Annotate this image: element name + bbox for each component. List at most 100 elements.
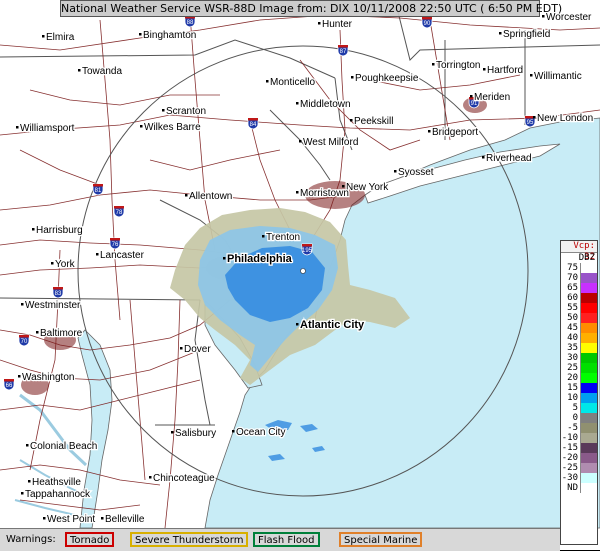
legend-value: 15 <box>567 383 578 393</box>
legend-value: 20 <box>567 373 578 383</box>
legend-color-swatch <box>580 323 597 333</box>
shield-band <box>422 17 432 20</box>
shield-band <box>338 45 348 48</box>
city-marker <box>482 156 485 159</box>
legend-color-swatch <box>580 303 597 313</box>
legend-value: -10 <box>561 433 578 443</box>
legend-value: 75 <box>567 263 578 273</box>
legend-entry: 5 <box>561 403 597 413</box>
legend-color-swatch <box>580 343 597 353</box>
city-marker <box>470 95 473 98</box>
city-label: West Milford <box>303 137 358 148</box>
warning-tornado-button[interactable]: Tornado <box>65 532 115 547</box>
legend-entry: 20 <box>561 373 597 383</box>
city-label: Williamsport <box>20 123 75 134</box>
radar-site-marker <box>300 268 306 274</box>
city-marker <box>43 517 46 520</box>
legend-unit-row: DBZ <box>561 253 597 263</box>
reflectivity-legend: Vcp: 32 DBZ 75 70 65 60 55 50 45 40 35 30 25 20 15 10 5… <box>560 240 598 545</box>
city-label: West Point <box>47 514 95 525</box>
shield-number: 84 <box>250 122 257 128</box>
city-label: Binghamton <box>143 30 196 41</box>
warning-severe-thunderstorm-button[interactable]: Severe Thunderstorm <box>130 532 249 547</box>
city-marker <box>42 35 45 38</box>
city-label: Baltimore <box>40 328 83 339</box>
shield-number: 90 <box>424 21 431 27</box>
shield-number: 195 <box>302 248 313 254</box>
city-label: Belleville <box>105 514 145 525</box>
shield-number: 76 <box>112 242 119 248</box>
legend-color-swatch <box>580 393 597 403</box>
city-label: Dover <box>184 344 211 355</box>
city-marker <box>96 253 99 256</box>
shield-number: 87 <box>340 49 347 55</box>
legend-color-swatch <box>580 333 597 343</box>
legend-entry: 30 <box>561 353 597 363</box>
city-marker <box>542 15 545 18</box>
city-label: Meriden <box>474 92 510 103</box>
city-label: Towanda <box>82 66 122 77</box>
city-marker <box>318 22 321 25</box>
legend-entry: 55 <box>561 303 597 313</box>
city-marker <box>18 375 21 378</box>
city-label: Hunter <box>322 19 353 30</box>
shield-band <box>302 244 312 247</box>
city-label: Chincoteague <box>153 473 215 484</box>
legend-entry: 0 <box>561 413 597 423</box>
shield-band <box>19 335 29 338</box>
legend-value: 55 <box>567 303 578 313</box>
city-label: Elmira <box>46 32 75 43</box>
city-marker <box>185 194 188 197</box>
shield-band <box>53 287 63 290</box>
city-marker <box>51 262 54 265</box>
legend-entry: 35 <box>561 343 597 353</box>
city-label: Trenton <box>266 232 300 243</box>
city-label: New London <box>537 113 593 124</box>
city-marker <box>162 109 165 112</box>
legend-entry: 45 <box>561 323 597 333</box>
legend-scale: DBZ 75 70 65 60 55 50 45 40 35 30 25 20 15 10 5 0 -5 -10 -1… <box>561 253 597 493</box>
city-marker <box>296 323 299 326</box>
warning-special-marine-button[interactable]: Special Marine <box>339 532 423 547</box>
city-label: Riverhead <box>486 153 532 164</box>
city-label: Tappahannock <box>25 489 91 500</box>
city-marker <box>428 130 431 133</box>
city-marker <box>432 63 435 66</box>
city-label: Harrisburg <box>36 225 83 236</box>
interstate-shield-icon: 90 <box>421 16 433 29</box>
warning-flash-flood-button[interactable]: Flash Flood <box>253 532 320 547</box>
city-marker <box>36 331 39 334</box>
city-marker <box>101 517 104 520</box>
legend-entry: 10 <box>561 393 597 403</box>
legend-entry: -15 <box>561 443 597 453</box>
city-label: Hartford <box>487 65 523 76</box>
legend-color-swatch <box>580 463 597 473</box>
legend-entry: 75 <box>561 263 597 273</box>
legend-value: -30 <box>561 473 578 483</box>
legend-value: 40 <box>567 333 578 343</box>
legend-entry: 40 <box>561 333 597 343</box>
legend-value: 25 <box>567 363 578 373</box>
city-marker <box>180 347 183 350</box>
legend-entry: 15 <box>561 383 597 393</box>
city-marker <box>296 191 299 194</box>
legend-color-swatch <box>580 443 597 453</box>
legend-color-swatch <box>580 363 597 373</box>
warnings-bar: Warnings: Tornado Severe Thunderstorm Fl… <box>0 528 560 551</box>
city-marker <box>223 257 226 260</box>
city-label: Heathsville <box>32 477 81 488</box>
city-label: York <box>55 259 76 270</box>
city-marker <box>296 102 299 105</box>
city-marker <box>232 430 235 433</box>
city-marker <box>499 32 502 35</box>
legend-value: 60 <box>567 293 578 303</box>
legend-value: 10 <box>567 393 578 403</box>
interstate-shield-icon: 66 <box>3 378 15 391</box>
legend-value: 5 <box>572 403 578 413</box>
legend-entry: 65 <box>561 283 597 293</box>
shield-number: 95 <box>527 120 534 126</box>
legend-color-swatch <box>580 383 597 393</box>
legend-value: 65 <box>567 283 578 293</box>
legend-value: 45 <box>567 323 578 333</box>
interstate-shield-icon: 84 <box>247 117 259 130</box>
